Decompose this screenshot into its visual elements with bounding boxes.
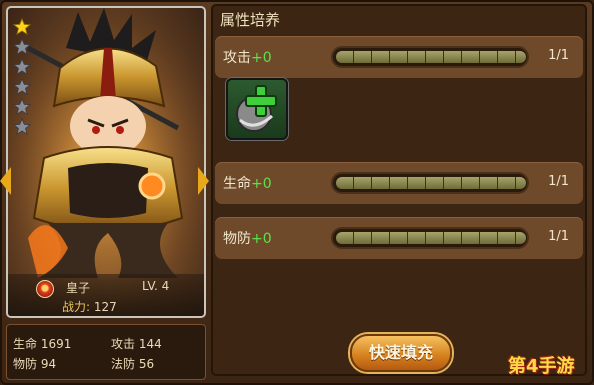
stat-physical-defense: 物防 94 [13,357,57,371]
power-value: 127 [93,300,117,314]
hero-stats-box: 生命 1691 攻击 144 物防 94 法防 56 [6,324,206,380]
attribute-value: 1/1 [548,229,569,244]
heal-item-icon [236,85,277,132]
attribute-row-hp: 生命+0 1/1 [215,162,583,204]
fire-element-icon [36,280,54,298]
star-icon-filled [13,18,31,36]
attribute-row-physical-defense: 物防+0 1/1 [215,217,583,259]
star-icon-empty [13,38,31,56]
attribute-label: 生命+0 [223,176,272,192]
star-icon-empty [13,118,31,136]
attribute-value: 1/1 [548,174,569,189]
prev-hero-arrow-icon[interactable] [0,167,11,195]
power-label: 战力: [62,300,91,314]
card-info-bar: 皇子 LV. 4 战力: 127 [8,274,204,316]
star-rating [13,18,35,138]
attribute-progress-bar [331,172,529,194]
hero-card[interactable]: 皇子 LV. 4 战力: 127 [6,6,206,318]
star-icon-empty [13,98,31,116]
attribute-row-attack: 攻击+0 1/1 [215,36,583,78]
quick-fill-button[interactable]: 快速填充 [350,334,452,372]
panel-title: 属性培养 [220,11,281,29]
stat-hp: 生命 1691 [13,337,72,351]
star-icon-empty [13,58,31,76]
attribute-value: 1/1 [548,48,569,63]
hero-level: LV. 4 [142,279,170,293]
hero-portrait [8,8,204,278]
attribute-progress-bar [331,46,529,68]
equipment-slot[interactable] [226,78,288,140]
attribute-progress-bar [331,227,529,249]
watermark-logo: 第4手游 [508,356,575,377]
next-hero-arrow-icon[interactable] [198,167,209,195]
attribute-label: 物防+0 [223,231,272,247]
stat-attack: 攻击 144 [111,337,162,351]
star-icon-empty [13,78,31,96]
stat-magic-defense: 法防 56 [111,357,155,371]
attribute-label: 攻击+0 [223,50,272,66]
hero-power: 战力: 127 [62,298,117,315]
hero-name: 皇子 [66,281,91,295]
